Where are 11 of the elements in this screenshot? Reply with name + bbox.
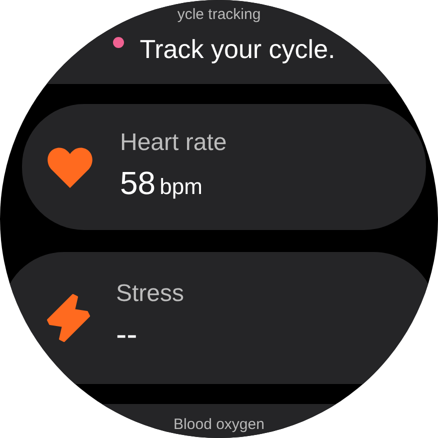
lightning-icon — [46, 293, 90, 343]
card-value: -- — [116, 316, 138, 352]
card-title: ycle tracking — [177, 6, 261, 24]
heart-rate-card[interactable]: Heart rate 58 bpm — [22, 104, 426, 230]
card-title: Blood oxygen — [174, 416, 264, 435]
heart-icon — [46, 145, 94, 189]
card-title: Stress — [116, 280, 184, 308]
card-title: Heart rate — [120, 129, 227, 157]
card-value: Track your cycle. — [140, 34, 336, 64]
card-value: 58 — [120, 165, 156, 201]
unit-label: bpm — [160, 174, 202, 200]
